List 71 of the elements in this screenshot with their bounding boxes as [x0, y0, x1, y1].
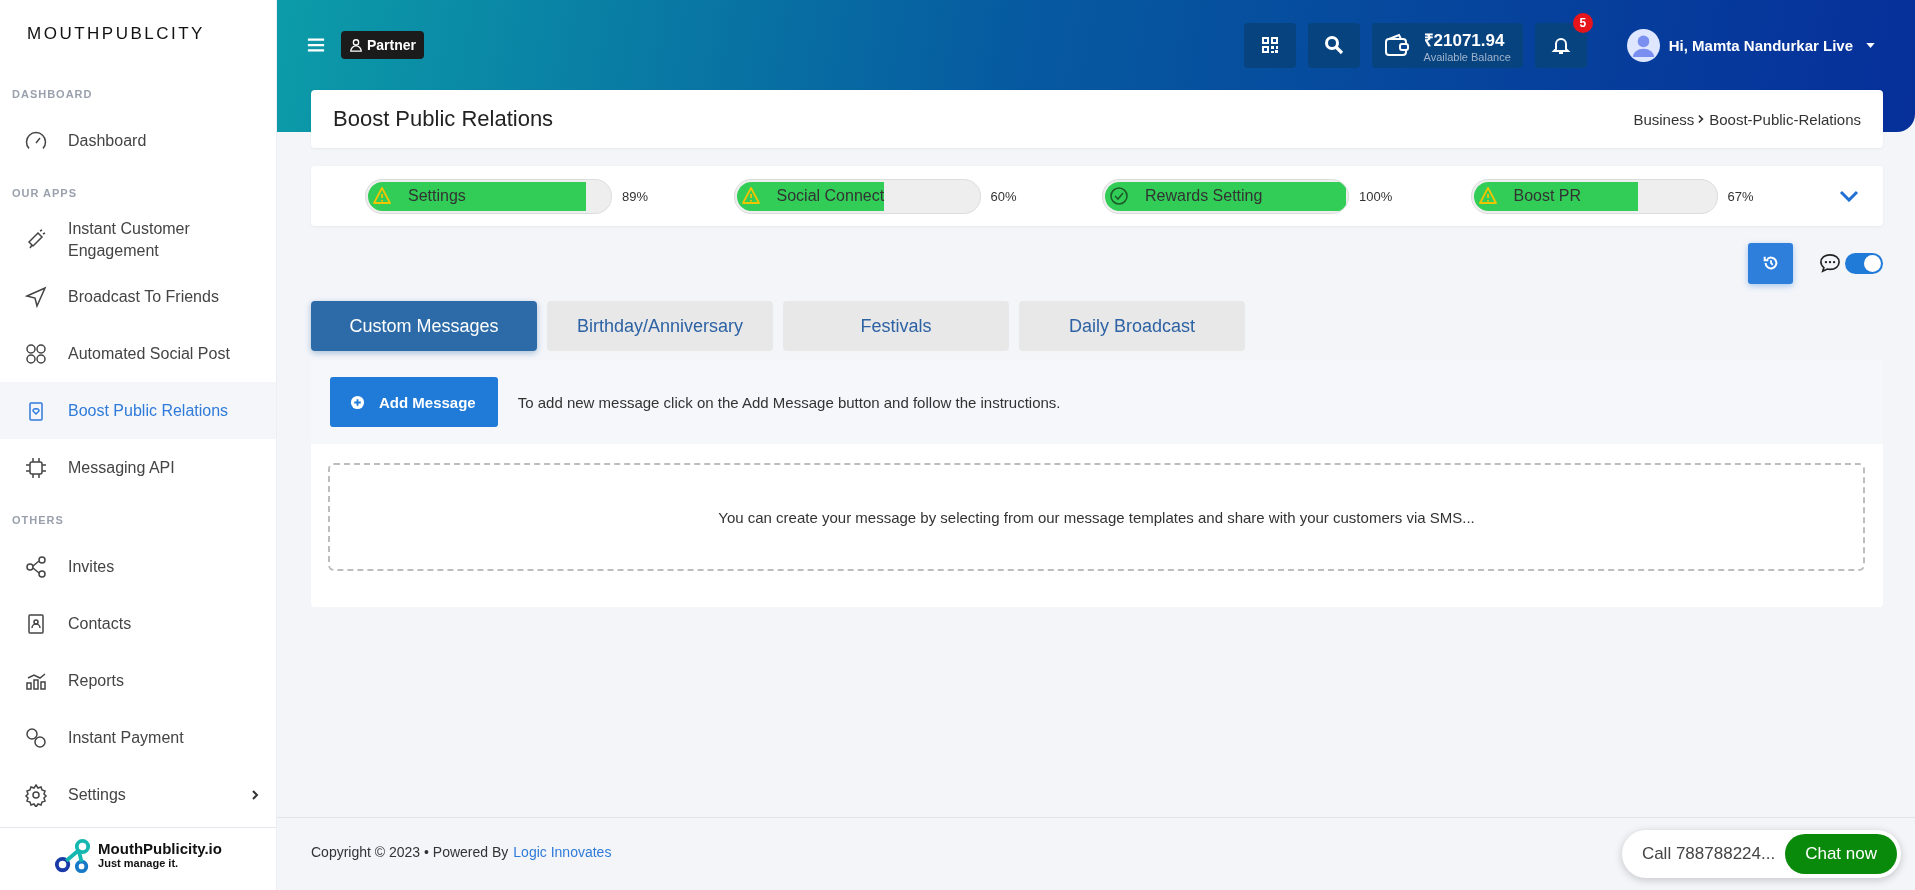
warning-icon	[372, 186, 392, 206]
brand-name: MouthPublicity.io	[98, 841, 222, 856]
caret-icon	[1866, 42, 1875, 48]
progress-label: Boost PR	[1513, 187, 1582, 205]
history-button[interactable]	[1748, 242, 1793, 284]
qr-code-button[interactable]	[1243, 22, 1296, 68]
nav-icon	[24, 554, 48, 579]
sidebar-item[interactable]: Broadcast To Friends	[0, 268, 276, 325]
sidebar-item[interactable]: Dashboard	[0, 112, 276, 169]
breadcrumb-item[interactable]: Business	[1633, 110, 1695, 128]
progress-percent: 89%	[622, 188, 649, 204]
sidebar-item[interactable]: Automated Social Post	[0, 325, 276, 382]
wallet-icon	[1383, 33, 1410, 57]
warning-icon	[1477, 186, 1498, 206]
progress-label: Rewards Setting	[1145, 187, 1263, 205]
qr-code-icon	[1259, 35, 1280, 55]
sidebar-item[interactable]: Settings	[0, 766, 276, 823]
menu-icon[interactable]	[307, 37, 325, 53]
section-heading: DASHBOARD	[11, 87, 94, 102]
section-heading: OUR APPS	[11, 186, 79, 201]
toggle-switch[interactable]	[1845, 252, 1883, 274]
sidebar-item[interactable]: Invites	[0, 538, 276, 595]
plus-circle-icon	[350, 394, 365, 410]
empty-state-text: You can create your message by selecting from our message templates and share with your customers via SMS...	[718, 508, 1475, 526]
powered-by-link[interactable]: Logic Innovates	[513, 844, 612, 860]
chat-now-button[interactable]: Chat now	[1785, 834, 1897, 874]
nav-icon	[24, 341, 48, 366]
avatar-icon	[1626, 28, 1660, 62]
section-heading: OTHERS	[11, 513, 65, 528]
sidebar-item[interactable]: Boost Public Relations	[0, 382, 276, 439]
sidebar-item[interactable]: Instant Customer Engagement	[0, 211, 276, 268]
copyright-text: Copyright © 2023 • Powered By	[311, 844, 509, 860]
person-icon	[349, 38, 363, 52]
progress-label: Settings	[408, 187, 466, 205]
sidebar-item[interactable]: Messaging API	[0, 439, 276, 496]
brand-logo-icon	[54, 837, 93, 875]
instructions-text: To add new message click on the Add Message button and follow the instructions.	[517, 393, 1061, 411]
logo-wordmark: MOUTHPUBLCITY	[26, 23, 206, 45]
chevron-down-icon[interactable]	[1839, 190, 1859, 202]
progress-percent: 67%	[1727, 188, 1754, 204]
tab[interactable]: Festivals	[783, 301, 1009, 351]
check-circle-icon	[1109, 186, 1129, 206]
notification-count: 5	[1572, 12, 1593, 33]
partner-badge: Partner	[341, 31, 425, 59]
tab[interactable]: Birthday/Anniversary	[547, 301, 773, 351]
progress-percent: 100%	[1359, 188, 1393, 204]
tab[interactable]: Daily Broadcast	[1019, 301, 1245, 351]
call-link[interactable]: Call 788788224...	[1641, 844, 1776, 864]
progress-label: Social Connect	[776, 187, 885, 205]
brand-tagline: Just manage it.	[98, 857, 180, 871]
progress-percent: 60%	[990, 188, 1017, 204]
balance-button[interactable]: ₹21071.94 Available Balance	[1371, 22, 1523, 68]
sidebar-item[interactable]: Reports	[0, 652, 276, 709]
nav-icon	[24, 284, 48, 309]
nav-icon	[24, 455, 48, 480]
warning-icon	[740, 186, 761, 206]
bell-icon	[1550, 35, 1571, 55]
nav-icon	[24, 725, 48, 750]
user-menu[interactable]: Hi, Mamta Nandurkar Live	[1626, 28, 1875, 62]
search-button[interactable]	[1307, 22, 1360, 68]
chevron-icon	[1698, 114, 1706, 124]
page-title: Boost Public Relations	[333, 106, 554, 132]
add-message-button[interactable]: Add Message	[330, 377, 498, 427]
sidebar-item[interactable]: Instant Payment	[0, 709, 276, 766]
sidebar-item[interactable]: Contacts	[0, 595, 276, 652]
nav-icon	[24, 782, 48, 807]
speech-bubble-icon	[1819, 253, 1841, 273]
search-icon	[1323, 35, 1344, 55]
breadcrumb-item: Boost-Public-Relations	[1709, 110, 1861, 128]
history-icon	[1761, 254, 1780, 272]
tab[interactable]: Custom Messages	[311, 301, 537, 351]
